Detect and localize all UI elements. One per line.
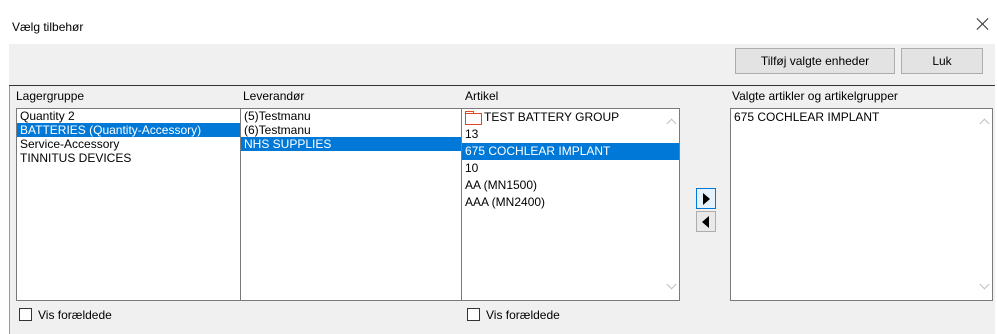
scroll-down-icon[interactable] <box>668 282 676 290</box>
leverandor-list[interactable]: (5)Testmanu (6)Testmanu NHS SUPPLIES <box>240 108 462 301</box>
show-obsolete-checkbox[interactable] <box>19 308 32 321</box>
toolbar: Tilføj valgte enheder Luk <box>9 44 995 86</box>
list-item[interactable]: 675 COCHLEAR IMPLANT <box>462 143 679 160</box>
list-item-label: TEST BATTERY GROUP <box>484 110 620 124</box>
scroll-up-icon[interactable] <box>981 117 989 125</box>
list-item[interactable]: Service-Accessory <box>17 137 240 151</box>
show-obsolete-articles-checkbox[interactable] <box>467 308 480 321</box>
list-item[interactable]: 10 <box>462 160 679 177</box>
selection-panel: Lagergruppe Leverandør Artikel Valgte ar… <box>9 86 995 334</box>
list-item[interactable]: NHS SUPPLIES <box>241 137 461 151</box>
scroll-down-icon[interactable] <box>981 282 989 290</box>
lagergruppe-label: Lagergruppe <box>16 89 85 103</box>
list-item[interactable]: 675 COCHLEAR IMPLANT <box>731 109 992 125</box>
remove-from-selection-button[interactable] <box>696 211 716 232</box>
scroll-up-icon[interactable] <box>668 117 676 125</box>
folder-icon <box>465 111 482 125</box>
arrow-left-icon <box>702 216 709 228</box>
list-item[interactable]: Quantity 2 <box>17 109 240 123</box>
list-item[interactable]: AAA (MN2400) <box>462 194 679 211</box>
list-item[interactable]: TINNITUS DEVICES <box>17 151 240 165</box>
add-to-selection-button[interactable] <box>696 188 716 209</box>
list-item[interactable]: BATTERIES (Quantity-Accessory) <box>17 123 240 137</box>
artikel-list[interactable]: TEST BATTERY GROUP 13 675 COCHLEAR IMPLA… <box>461 108 680 301</box>
show-obsolete-articles-label: Vis forældede <box>486 308 560 322</box>
close-button[interactable]: Luk <box>901 48 983 74</box>
list-item[interactable]: (6)Testmanu <box>241 123 461 137</box>
leverandor-label: Leverandør <box>243 89 305 103</box>
list-item[interactable]: (5)Testmanu <box>241 109 461 123</box>
lagergruppe-list[interactable]: Quantity 2 BATTERIES (Quantity-Accessory… <box>16 108 241 301</box>
show-obsolete-label: Vis forældede <box>38 308 112 322</box>
title-bar: Vælg tilbehør <box>0 0 997 44</box>
window-title: Vælg tilbehør <box>12 20 84 34</box>
select-accessories-dialog: Vælg tilbehør Tilføj valgte enheder Luk … <box>0 0 997 334</box>
valgte-label: Valgte artikler og artikelgrupper <box>732 89 898 103</box>
arrow-right-icon <box>703 193 710 205</box>
add-selected-button[interactable]: Tilføj valgte enheder <box>735 48 895 74</box>
list-item-group[interactable]: TEST BATTERY GROUP <box>462 109 679 126</box>
list-item[interactable]: AA (MN1500) <box>462 177 679 194</box>
valgte-list[interactable]: 675 COCHLEAR IMPLANT <box>730 108 993 301</box>
artikel-label: Artikel <box>465 89 499 103</box>
close-icon[interactable] <box>975 16 991 32</box>
list-item[interactable]: 13 <box>462 126 679 143</box>
